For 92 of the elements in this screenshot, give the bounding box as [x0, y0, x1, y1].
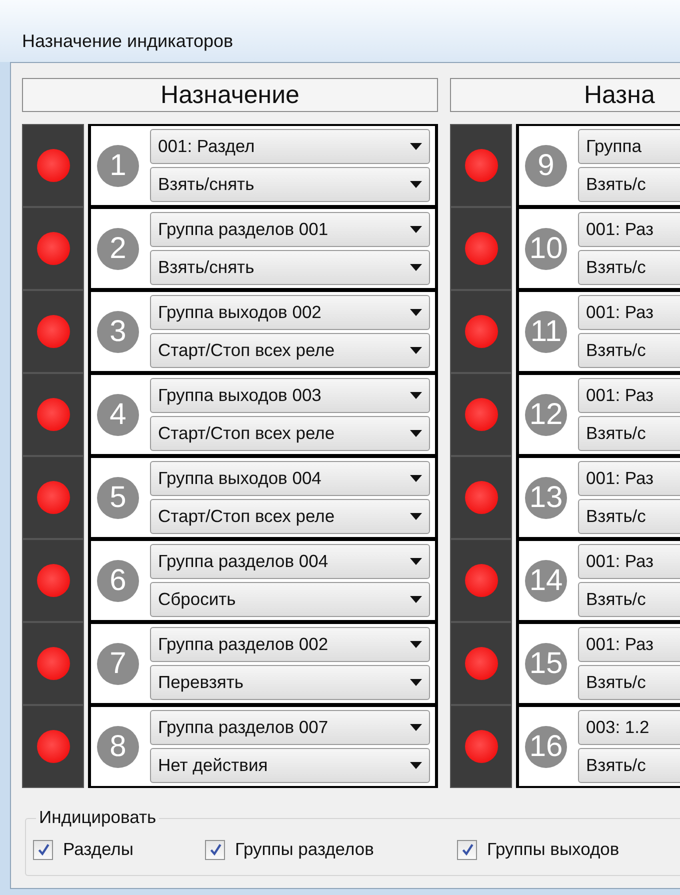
action-dropdown[interactable]: Старт/Стоп всех реле — [150, 499, 430, 534]
target-dropdown[interactable]: 001: Раздел — [150, 129, 430, 164]
indicator-number: 3 — [97, 310, 139, 352]
led-icon — [464, 232, 498, 265]
led-icon — [36, 730, 70, 763]
checkbox-option[interactable]: Группы разделов — [205, 839, 457, 860]
led-icon — [36, 647, 70, 680]
led-icon — [36, 564, 70, 597]
dropdown-arrow-icon — [410, 430, 422, 437]
dropdown-arrow-icon — [410, 475, 422, 482]
target-dropdown[interactable]: Группа разделов 004 — [150, 544, 430, 579]
target-dropdown[interactable]: 001: Раз — [578, 627, 680, 662]
indicator-number: 11 — [525, 310, 567, 352]
target-dropdown[interactable]: 001: Раз — [578, 461, 680, 496]
action-dropdown[interactable]: Сбросить — [150, 582, 430, 617]
dropdown-arrow-icon — [410, 143, 422, 150]
target-dropdown[interactable]: 001: Раз — [578, 378, 680, 413]
target-dropdown[interactable]: Группа разделов 002 — [150, 627, 430, 662]
indicator-number: 5 — [97, 476, 139, 518]
checkbox[interactable] — [457, 840, 477, 860]
indicator-number: 2 — [97, 228, 139, 270]
dropdown-arrow-icon — [410, 558, 422, 565]
indicator-number: 9 — [525, 144, 567, 186]
action-dropdown[interactable]: Взять/с — [578, 499, 680, 534]
target-dropdown[interactable]: 001: Раз — [578, 295, 680, 330]
led-icon — [464, 647, 498, 680]
dropdown-arrow-icon — [410, 181, 422, 188]
indicator-number: 4 — [97, 394, 139, 436]
target-dropdown[interactable]: Группа — [578, 129, 680, 164]
column-header: Назна — [450, 78, 680, 112]
led-icon — [464, 564, 498, 597]
checkbox[interactable] — [205, 840, 225, 860]
dropdown-arrow-icon — [410, 596, 422, 603]
led-icon — [464, 149, 498, 182]
led-icon — [36, 315, 70, 348]
action-dropdown[interactable]: Взять/снять — [150, 250, 430, 285]
action-dropdown[interactable]: Перевзять — [150, 665, 430, 700]
dropdown-arrow-icon — [410, 641, 422, 648]
target-dropdown[interactable]: Группа выходов 004 — [150, 461, 430, 496]
dropdown-arrow-icon — [410, 264, 422, 271]
target-dropdown[interactable]: Группа разделов 001 — [150, 212, 430, 247]
indicator-number: 13 — [525, 476, 567, 518]
led-icon — [464, 481, 498, 514]
led-icon — [464, 315, 498, 348]
action-dropdown[interactable]: Взять/с — [578, 582, 680, 617]
dropdown-arrow-icon — [410, 724, 422, 731]
dropdown-arrow-icon — [410, 679, 422, 686]
dropdown-arrow-icon — [410, 226, 422, 233]
dropdown-arrow-icon — [410, 309, 422, 316]
led-icon — [464, 730, 498, 763]
led-icon — [464, 398, 498, 431]
led-icon — [36, 232, 70, 265]
column-header: Назначение — [22, 78, 438, 112]
action-dropdown[interactable]: Старт/Стоп всех реле — [150, 416, 430, 451]
indicator-number: 16 — [525, 726, 567, 768]
checkmark-icon — [460, 843, 474, 856]
target-dropdown[interactable]: Группа выходов 002 — [150, 295, 430, 330]
target-dropdown[interactable]: 001: Раз — [578, 212, 680, 247]
checkmark-icon — [36, 843, 50, 856]
indicator-number: 14 — [525, 560, 567, 602]
action-dropdown[interactable]: Взять/с — [578, 333, 680, 368]
target-dropdown[interactable]: 001: Раз — [578, 544, 680, 579]
action-dropdown[interactable]: Взять/с — [578, 748, 680, 783]
action-dropdown[interactable]: Взять/с — [578, 665, 680, 700]
indicator-number: 15 — [525, 642, 567, 684]
led-icon — [36, 398, 70, 431]
indicator-number: 7 — [97, 642, 139, 684]
checkmark-icon — [208, 843, 222, 856]
action-dropdown[interactable]: Старт/Стоп всех реле — [150, 333, 430, 368]
target-dropdown[interactable]: Группа разделов 007 — [150, 710, 430, 745]
dropdown-arrow-icon — [410, 762, 422, 769]
indicator-number: 1 — [97, 144, 139, 186]
target-dropdown[interactable]: Группа выходов 003 — [150, 378, 430, 413]
dropdown-arrow-icon — [410, 392, 422, 399]
action-dropdown[interactable]: Взять/снять — [150, 167, 430, 202]
indicator-number: 8 — [97, 726, 139, 768]
action-dropdown[interactable]: Нет действия — [150, 748, 430, 783]
indicator-number: 12 — [525, 394, 567, 436]
action-dropdown[interactable]: Взять/с — [578, 167, 680, 202]
checkbox[interactable] — [33, 840, 53, 860]
indicator-number: 10 — [525, 228, 567, 270]
indicator-number: 6 — [97, 560, 139, 602]
led-icon — [36, 481, 70, 514]
checkbox-option[interactable]: Разделы — [33, 839, 205, 860]
action-dropdown[interactable]: Взять/с — [578, 250, 680, 285]
led-icon — [36, 149, 70, 182]
window-title: Назначение индикаторов — [22, 31, 234, 52]
dropdown-arrow-icon — [410, 513, 422, 520]
action-dropdown[interactable]: Взять/с — [578, 416, 680, 451]
target-dropdown[interactable]: 003: 1.2 — [578, 710, 680, 745]
checkbox-option[interactable]: Группы выходов — [457, 839, 620, 860]
dropdown-arrow-icon — [410, 347, 422, 354]
